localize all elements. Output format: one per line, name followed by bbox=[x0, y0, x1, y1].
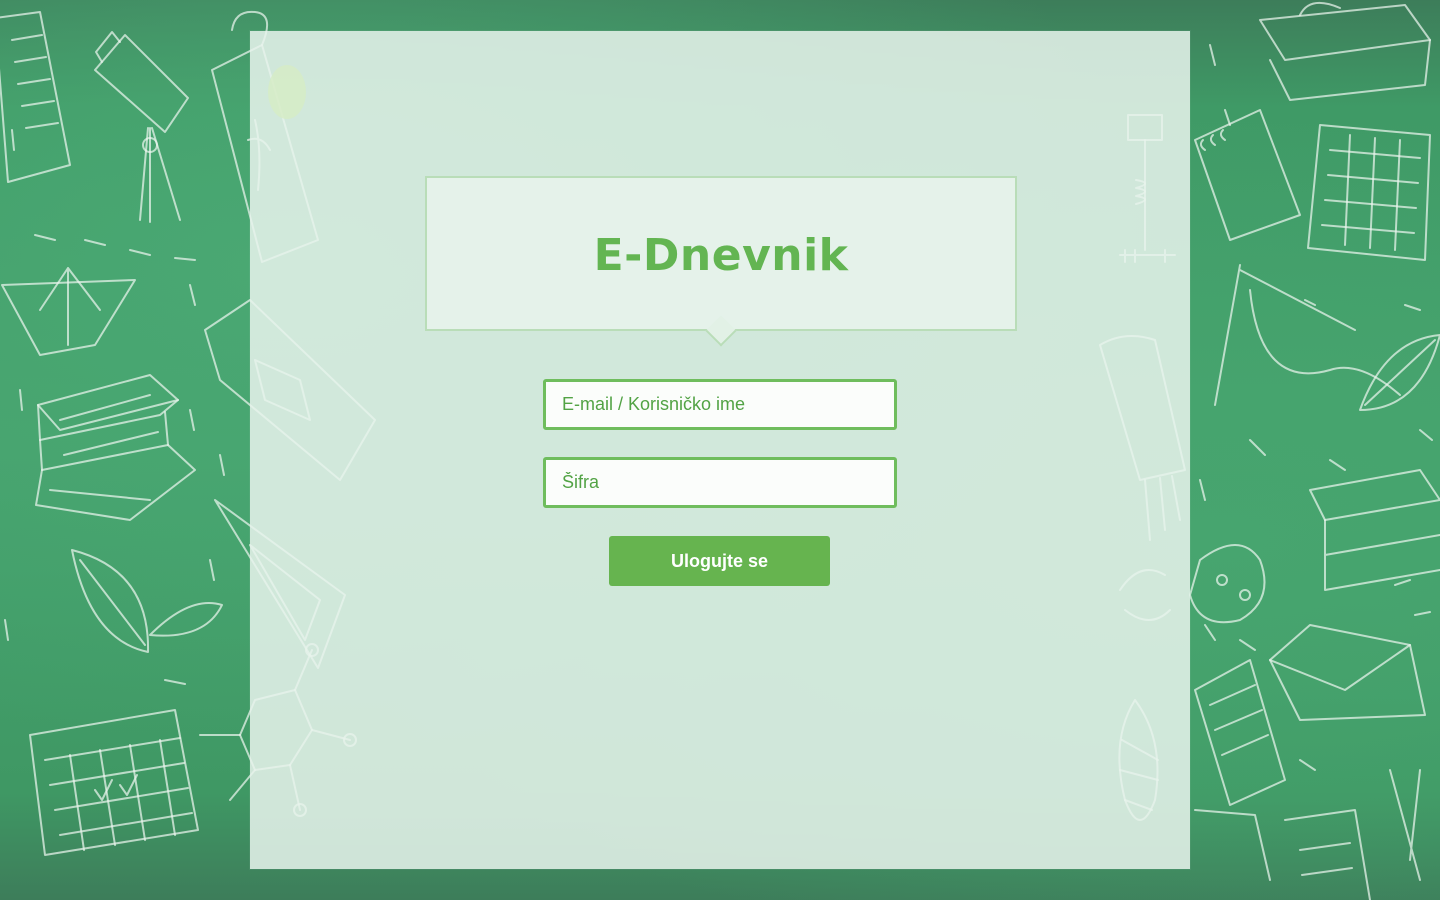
title-callout: E-Dnevnik bbox=[425, 176, 1017, 331]
login-panel: E-Dnevnik Ulogujte se bbox=[250, 31, 1190, 869]
login-button[interactable]: Ulogujte se bbox=[609, 536, 830, 586]
envelope-icon bbox=[1269, 624, 1426, 721]
login-page: E-Dnevnik Ulogujte se bbox=[0, 0, 1440, 900]
chart-icon bbox=[1307, 124, 1431, 261]
bow-icon bbox=[1259, 1, 1431, 101]
calendar-icon bbox=[29, 709, 199, 856]
leaf-icon bbox=[71, 549, 223, 653]
books-right-icon bbox=[1309, 469, 1440, 591]
chalk-dashes-right bbox=[1199, 44, 1433, 771]
username-input[interactable] bbox=[546, 382, 894, 427]
notebook-icon bbox=[0, 11, 71, 183]
leaf-right-icon bbox=[1359, 334, 1440, 411]
telescope-icon bbox=[94, 31, 189, 223]
notebook-bottom-right-icon bbox=[1194, 769, 1421, 900]
password-field bbox=[543, 457, 897, 508]
spiral-notebook-icon bbox=[1194, 109, 1301, 241]
username-field bbox=[543, 379, 897, 430]
password-input[interactable] bbox=[546, 460, 894, 505]
paper-boat-icon bbox=[1, 267, 136, 356]
books-icon bbox=[35, 374, 196, 521]
app-title: E-Dnevnik bbox=[593, 230, 849, 281]
decorative-spot bbox=[268, 65, 306, 119]
notepad-right-icon bbox=[1194, 659, 1286, 806]
